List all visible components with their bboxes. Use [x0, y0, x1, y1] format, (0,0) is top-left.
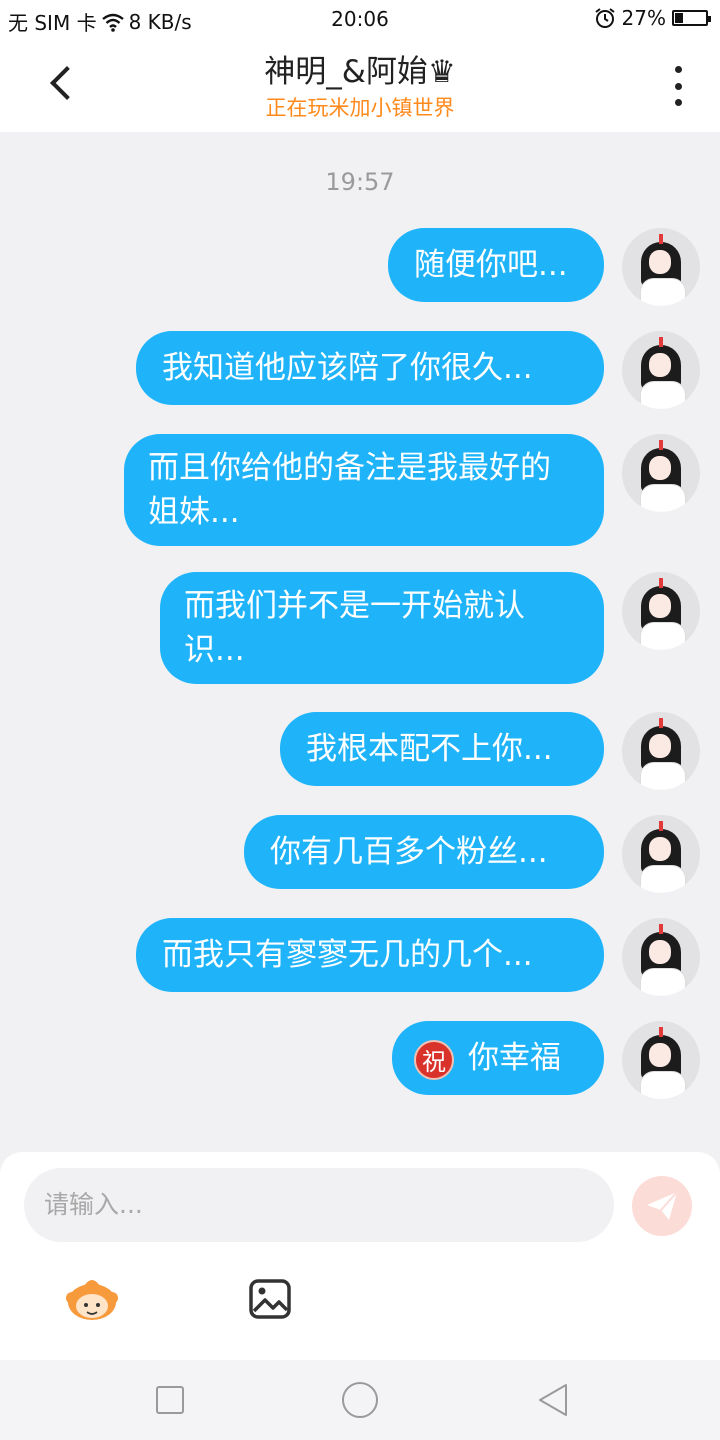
message-bubble[interactable]: 而且你给他的备注是我最好的姐妹...: [124, 434, 604, 546]
message-bubble[interactable]: 而我们并不是一开始就认识...: [160, 572, 604, 684]
battery-level: [675, 13, 683, 23]
battery-percent: 27%: [621, 6, 666, 30]
avatar[interactable]: [622, 815, 700, 893]
system-back-icon[interactable]: [536, 1382, 570, 1418]
message-bubble[interactable]: 随便你吧...: [388, 228, 604, 302]
message-bubble[interactable]: 而我只有寥寥无几的几个...: [136, 918, 604, 992]
blessing-emoji-icon: 祝: [414, 1039, 454, 1080]
message-row: 我知道他应该陪了你很久...: [136, 331, 700, 409]
message-row: 我根本配不上你...: [280, 712, 700, 790]
avatar[interactable]: [622, 572, 700, 650]
message-row: 你有几百多个粉丝...: [244, 815, 700, 893]
battery-icon: [672, 10, 711, 26]
message-row: 祝你幸福: [392, 1021, 700, 1099]
alarm-icon: [594, 8, 615, 28]
avatar[interactable]: [622, 434, 700, 512]
avatar[interactable]: [622, 228, 700, 306]
emoji-button[interactable]: [62, 1276, 122, 1322]
message-row: 而且你给他的备注是我最好的姐妹...: [124, 434, 700, 546]
message-bubble[interactable]: 你有几百多个粉丝...: [244, 815, 604, 889]
send-icon: [647, 1191, 678, 1220]
avatar[interactable]: [622, 918, 700, 996]
status-bar: 无 SIM 卡 8 KB/s 20:06 27%: [0, 0, 720, 38]
chat-subtitle: 正在玩米加小镇世界: [265, 96, 455, 120]
message-text: 你幸福: [468, 1040, 561, 1076]
message-bubble[interactable]: 我根本配不上你...: [280, 712, 604, 786]
message-bubble[interactable]: 我知道他应该陪了你很久...: [136, 331, 604, 405]
message-bubble[interactable]: 祝你幸福: [392, 1021, 604, 1095]
status-right: 27%: [594, 6, 711, 30]
message-input[interactable]: 请输入...: [24, 1168, 614, 1242]
recent-apps-button[interactable]: [156, 1386, 184, 1414]
more-button[interactable]: [666, 66, 690, 106]
message-row: 随便你吧...: [388, 228, 700, 306]
image-icon: [249, 1279, 291, 1319]
send-button[interactable]: [632, 1176, 692, 1236]
chat-title: 神明_&阿姢♛: [264, 54, 456, 90]
chat-header: 神明_&阿姢♛ 正在玩米加小镇世界: [0, 38, 720, 132]
avatar[interactable]: [622, 1021, 700, 1099]
home-button[interactable]: [342, 1382, 378, 1418]
avatar[interactable]: [622, 331, 700, 409]
message-row: 而我只有寥寥无几的几个...: [136, 918, 700, 996]
image-button[interactable]: [248, 1278, 292, 1320]
system-navigation-bar: [0, 1360, 720, 1440]
emoji-icon: [66, 1280, 118, 1320]
avatar[interactable]: [622, 712, 700, 790]
input-panel: 请输入...: [0, 1152, 720, 1360]
message-timestamp: 19:57: [325, 168, 395, 196]
message-row: 而我们并不是一开始就认识...: [160, 572, 700, 684]
more-vertical-icon: [674, 66, 682, 73]
